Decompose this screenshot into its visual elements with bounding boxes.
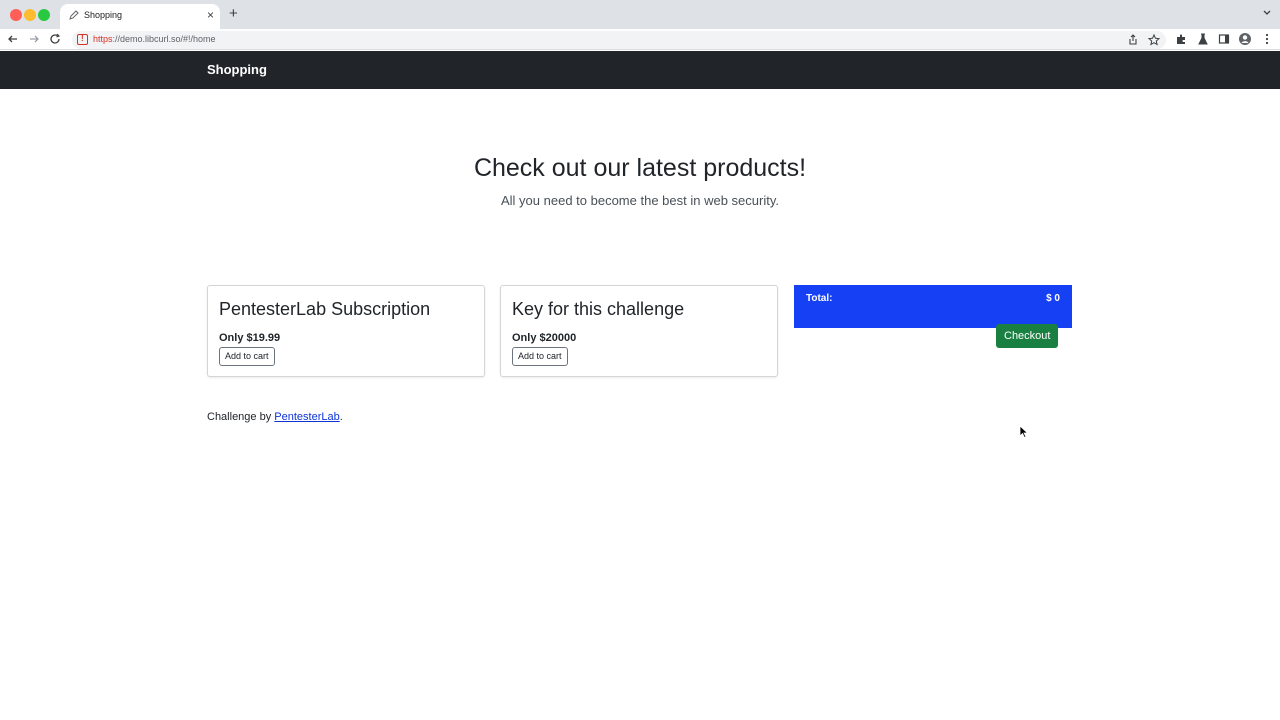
page-subtitle: All you need to become the best in web s…: [501, 193, 779, 208]
brand-link[interactable]: Shopping: [207, 62, 267, 77]
cart-total-value: $ 0: [1046, 293, 1060, 304]
footer-credit: Challenge by PentesterLab.: [207, 411, 343, 423]
insecure-warning-icon[interactable]: [77, 34, 88, 45]
side-panel-icon[interactable]: [1217, 32, 1231, 46]
close-window-button[interactable]: [10, 9, 22, 21]
pentesterlab-link[interactable]: PentesterLab: [274, 411, 339, 423]
product-card: Key for this challenge Only $20000 Add t…: [500, 285, 778, 377]
url-text: https://demo.libcurl.so/#!/home: [93, 34, 216, 44]
add-to-cart-button[interactable]: Add to cart: [512, 347, 568, 366]
extensions-icon[interactable]: [1174, 32, 1188, 46]
back-arrow-icon[interactable]: [6, 32, 20, 46]
flask-icon[interactable]: [1196, 32, 1210, 46]
reload-icon[interactable]: [48, 32, 62, 46]
product-price: Only $19.99: [219, 332, 281, 344]
star-icon[interactable]: [1147, 33, 1161, 47]
tab-close-icon[interactable]: ×: [207, 7, 214, 23]
share-icon[interactable]: [1126, 33, 1140, 47]
checkout-button[interactable]: Checkout: [996, 324, 1059, 348]
site-navbar: Shopping: [0, 51, 1280, 89]
cart-total-label: Total:: [806, 293, 833, 304]
maximize-window-button[interactable]: [38, 9, 50, 21]
product-card: PentesterLab Subscription Only $19.99 Ad…: [207, 285, 485, 377]
add-to-cart-button[interactable]: Add to cart: [219, 347, 275, 366]
address-bar[interactable]: https://demo.libcurl.so/#!/home: [72, 31, 1166, 49]
mouse-cursor-icon: [1019, 425, 1029, 438]
cart-panel: Total: $ 0: [794, 285, 1072, 328]
product-title: Key for this challenge: [512, 299, 685, 319]
minimize-window-button[interactable]: [24, 9, 36, 21]
profile-avatar-icon[interactable]: [1238, 32, 1252, 46]
forward-arrow-icon[interactable]: [27, 32, 41, 46]
tab-title: Shopping: [84, 10, 123, 20]
browser-tabstrip: Shopping × +: [0, 0, 1280, 29]
browser-tab[interactable]: Shopping ×: [60, 4, 220, 29]
new-tab-icon[interactable]: +: [229, 6, 238, 22]
more-options-icon[interactable]: [1260, 32, 1274, 46]
page-title: Check out our latest products!: [473, 154, 807, 182]
chevron-down-icon[interactable]: [1262, 8, 1272, 18]
product-price: Only $20000: [512, 332, 577, 344]
pen-icon: [69, 10, 79, 20]
product-title: PentesterLab Subscription: [219, 299, 431, 319]
browser-toolbar: https://demo.libcurl.so/#!/home: [0, 29, 1280, 50]
